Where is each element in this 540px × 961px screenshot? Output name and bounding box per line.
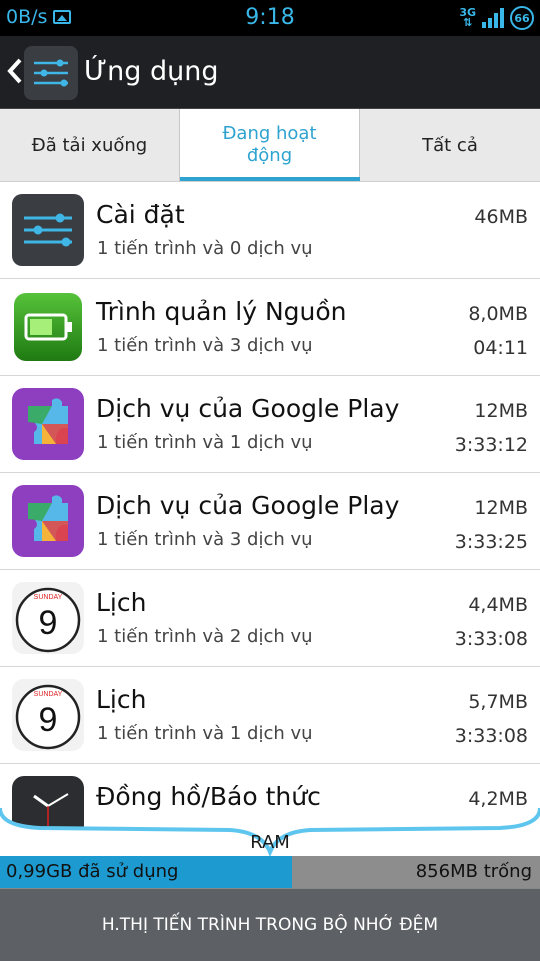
app-size: 4,4MB	[468, 594, 528, 616]
app-detail: 1 tiến trình và 0 dịch vụ	[97, 238, 313, 259]
app-name: Đồng hồ/Báo thức	[96, 782, 321, 811]
app-size: 12MB	[474, 497, 528, 519]
app-runtime: 3:33:12	[454, 434, 528, 456]
ram-label: RAM	[250, 832, 290, 853]
settings-icon	[12, 194, 84, 266]
battery-icon	[12, 291, 84, 363]
app-name: Lịch	[96, 588, 147, 617]
app-size: 46MB	[474, 206, 528, 228]
running-apps-list: Cài đặt 1 tiến trình và 0 dịch vụ 46MB T…	[0, 182, 540, 861]
app-name: Cài đặt	[96, 200, 185, 229]
list-item[interactable]: SUNDAY 9 Lịch 1 tiến trình và 2 dịch vụ …	[0, 570, 540, 667]
ram-usage-bar: 0,99GB đã sử dụng 856MB trống	[0, 856, 540, 888]
ram-free-text: 856MB trống	[415, 861, 532, 882]
status-bar: 0B/s 9:18 3G ⇅ 66	[0, 0, 540, 36]
app-runtime: 3:33:25	[454, 531, 528, 553]
app-name: Dịch vụ của Google Play	[96, 491, 400, 520]
app-name: Trình quản lý Nguồn	[96, 297, 347, 326]
battery-level: 66	[514, 11, 530, 25]
page-title: Ứng dụng	[84, 56, 219, 87]
status-right: 3G ⇅ 66	[459, 6, 534, 30]
settings-sliders-icon[interactable]	[24, 46, 78, 100]
app-name: Lịch	[96, 685, 147, 714]
tab-running[interactable]: Đang hoạt động	[180, 109, 360, 181]
show-cached-processes-button[interactable]: H.THỊ TIẾN TRÌNH TRONG BỘ NHỚ ĐỆM	[0, 888, 540, 961]
calendar-icon: SUNDAY 9	[12, 582, 84, 654]
footer-button-label: H.THỊ TIẾN TRÌNH TRONG BỘ NHỚ ĐỆM	[101, 915, 439, 935]
tab-all[interactable]: Tất cả	[360, 109, 540, 181]
calendar-icon: SUNDAY 9	[12, 679, 84, 751]
app-runtime: 3:33:08	[454, 628, 528, 650]
app-detail: 1 tiến trình và 1 dịch vụ	[97, 432, 313, 453]
app-size: 12MB	[474, 400, 528, 422]
app-detail: 1 tiến trình và 3 dịch vụ	[97, 335, 313, 356]
app-detail: 1 tiến trình và 2 dịch vụ	[97, 626, 313, 647]
network-type: 3G ⇅	[459, 6, 476, 29]
ram-used-text: 0,99GB đã sử dụng	[6, 861, 179, 882]
battery-icon: 66	[510, 6, 534, 30]
tab-downloaded[interactable]: Đã tải xuống	[0, 109, 180, 181]
calendar-date-text: 9	[39, 604, 58, 642]
app-runtime: 3:33:08	[454, 725, 528, 747]
app-runtime: 04:11	[473, 337, 528, 359]
app-size: 8,0MB	[468, 303, 528, 325]
list-item[interactable]: SUNDAY 9 Lịch 1 tiến trình và 1 dịch vụ …	[0, 667, 540, 764]
list-item[interactable]: Cài đặt 1 tiến trình và 0 dịch vụ 46MB	[0, 182, 540, 279]
app-detail: 1 tiến trình và 3 dịch vụ	[97, 529, 313, 550]
app-size: 4,2MB	[468, 788, 528, 810]
back-arrow-icon[interactable]	[4, 56, 26, 86]
google-play-services-icon	[12, 485, 84, 557]
calendar-day-text: SUNDAY	[34, 691, 63, 698]
signal-icon	[482, 8, 504, 28]
google-play-services-icon	[12, 388, 84, 460]
app-name: Dịch vụ của Google Play	[96, 394, 400, 423]
tab-bar: Đã tải xuống Đang hoạt động Tất cả	[0, 109, 540, 182]
list-item[interactable]: Dịch vụ của Google Play 1 tiến trình và …	[0, 376, 540, 473]
list-item[interactable]: Trình quản lý Nguồn 1 tiến trình và 3 dị…	[0, 279, 540, 376]
list-item[interactable]: Dịch vụ của Google Play 1 tiến trình và …	[0, 473, 540, 570]
calendar-date-text: 9	[39, 701, 58, 739]
calendar-day-text: SUNDAY	[34, 594, 63, 601]
app-detail: 1 tiến trình và 1 dịch vụ	[97, 723, 313, 744]
app-size: 5,7MB	[468, 691, 528, 713]
action-bar: Ứng dụng	[0, 36, 540, 109]
